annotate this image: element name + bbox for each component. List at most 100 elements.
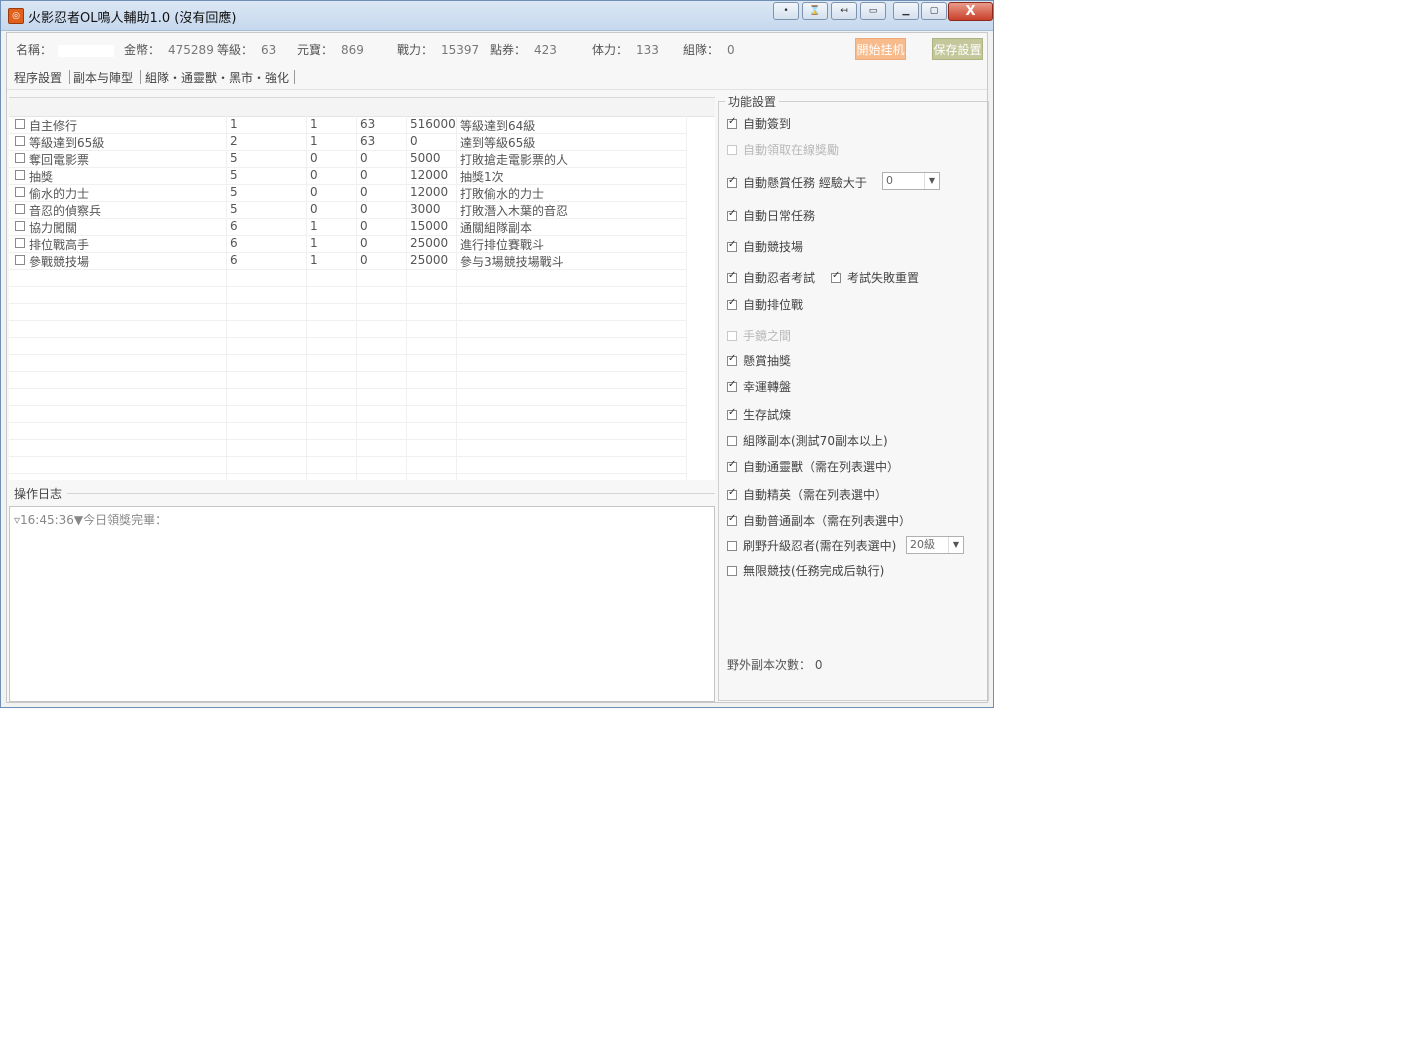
row-checkbox[interactable] xyxy=(15,255,25,265)
client-area: 名稱： 金幣： 475289 等級： 63 元寶： 869 戰力： 15397 點券： 4… xyxy=(6,32,989,703)
online-reward-checkbox: 自動領取在線獎勵 xyxy=(727,141,839,158)
title-bar[interactable]: ◎ 火影忍者OL鳴人輔助1.0 (沒有回應) • ⌛ ↤ ▭ ▁ ▢ X xyxy=(1,1,993,31)
wild-count: 野外副本次數： 0 xyxy=(727,658,823,672)
tab-separator xyxy=(140,70,141,84)
task-table: 自主修行 1 1 63 516000 等級達到64級 等級達到65級 2 1 63 0 達到等級65級… xyxy=(9,97,715,480)
table-cell: 1 xyxy=(230,117,238,131)
normal-dungeon-checkbox[interactable]: 自動普通副本（需在列表選中） xyxy=(727,512,911,529)
tab-team-summon-market-enhance[interactable]: 組隊・通靈獸・黑市・強化 xyxy=(145,69,289,86)
table-cell: 0 xyxy=(410,134,418,148)
table-cell: 協力闖關 xyxy=(29,221,78,235)
stat-ingot: 元寶： 869 xyxy=(297,43,364,57)
table-row xyxy=(9,354,687,372)
main-window: ◎ 火影忍者OL鳴人輔助1.0 (沒有回應) • ⌛ ↤ ▭ ▁ ▢ X 名稱：… xyxy=(0,0,994,708)
table-cell: 1 xyxy=(310,134,318,148)
row-checkbox[interactable] xyxy=(15,136,25,146)
tab-bar: 程序設置 副本与陣型 組隊・通靈獸・黑市・強化 xyxy=(7,63,987,90)
table-row[interactable]: 抽獎 5 0 0 12000 抽獎1次 xyxy=(9,167,687,185)
checkbox-icon xyxy=(727,297,737,310)
table-row[interactable]: 等級達到65級 2 1 63 0 達到等級65級 xyxy=(9,133,687,151)
table-cell: 通關組隊副本 xyxy=(460,221,533,235)
ninja-exam-checkbox[interactable]: 自動忍者考試 xyxy=(727,269,815,286)
exam-reset-checkbox[interactable]: 考試失敗重置 xyxy=(831,269,919,286)
table-cell: 6 xyxy=(230,253,238,267)
checkbox-icon xyxy=(727,270,737,283)
checkbox-icon xyxy=(727,566,737,576)
fullscreen-icon[interactable]: ▭ xyxy=(860,2,886,20)
row-checkbox[interactable] xyxy=(15,204,25,214)
table-cell: 等級達到64級 xyxy=(460,119,536,133)
ranked-checkbox[interactable]: 自動排位戰 xyxy=(727,296,803,313)
elite-checkbox[interactable]: 自動精英（需在列表選中） xyxy=(727,486,887,503)
bounty-exp-select[interactable]: 0 ▼ xyxy=(882,172,940,190)
checkbox-icon xyxy=(727,541,737,551)
hourglass-icon[interactable]: ⌛ xyxy=(802,2,828,20)
table-cell: 63 xyxy=(360,117,376,131)
table-cell: 516000 xyxy=(410,117,456,131)
checkbox-icon xyxy=(727,331,737,341)
team-dungeon-checkbox[interactable]: 組隊副本(測試70副本以上) xyxy=(727,432,888,449)
table-row xyxy=(9,286,687,304)
lucky-wheel-checkbox[interactable]: 幸運轉盤 xyxy=(727,378,791,395)
table-cell: 5000 xyxy=(410,151,441,165)
table-cell: 奪回電影票 xyxy=(29,153,90,167)
wild-level-checkbox[interactable]: 刷野升級忍者(需在列表選中) xyxy=(727,537,896,554)
start-hangup-button[interactable]: 開始挂机 xyxy=(855,38,906,60)
table-row xyxy=(9,405,687,423)
tab-program-settings[interactable]: 程序設置 xyxy=(14,69,62,86)
tab-separator xyxy=(294,70,295,84)
table-row[interactable]: 音忍的偵察兵 5 0 0 3000 打敗潛入木葉的音忍 xyxy=(9,201,687,219)
table-cell: 5 xyxy=(230,151,238,165)
arena-checkbox[interactable]: 自動競技場 xyxy=(727,238,803,255)
bounty-lottery-checkbox[interactable]: 懸賞抽獎 xyxy=(727,352,791,369)
stat-level: 等級： 63 xyxy=(217,43,277,57)
table-cell: 0 xyxy=(310,151,318,165)
table-cell: 打敗偷水的力士 xyxy=(460,187,545,201)
row-checkbox[interactable] xyxy=(15,119,25,129)
stat-team: 組隊： 0 xyxy=(683,43,735,57)
table-cell: 打敗潛入木葉的音忍 xyxy=(460,204,569,218)
table-row[interactable]: 偷水的力士 5 0 0 12000 打敗偷水的力士 xyxy=(9,184,687,202)
survival-checkbox[interactable]: 生存試煉 xyxy=(727,406,791,423)
table-header xyxy=(9,98,715,117)
table-row[interactable]: 排位戰高手 6 1 0 25000 進行排位賽戰斗 xyxy=(9,235,687,253)
minimize-icon[interactable]: ▁ xyxy=(893,2,919,20)
row-checkbox[interactable] xyxy=(15,187,25,197)
table-row[interactable]: 奪回電影票 5 0 0 5000 打敗搶走電影票的人 xyxy=(9,150,687,168)
table-row xyxy=(9,337,687,355)
summon-beast-checkbox[interactable]: 自動通靈獸（需在列表選中） xyxy=(727,458,899,475)
table-cell: 0 xyxy=(360,185,368,199)
back-icon[interactable]: ↤ xyxy=(831,2,857,20)
table-cell: 排位戰高手 xyxy=(29,238,90,252)
dot-icon[interactable]: • xyxy=(773,2,799,20)
table-cell: 0 xyxy=(360,219,368,233)
stat-power: 戰力： 15397 xyxy=(397,43,480,57)
table-cell: 參戰競技場 xyxy=(29,255,90,269)
table-row[interactable]: 參戰競技場 6 1 0 25000 參与3場競技場戰斗 xyxy=(9,252,687,270)
hand-mirror-checkbox: 手鏡之間 xyxy=(727,327,791,344)
table-cell: 0 xyxy=(310,202,318,216)
save-settings-button[interactable]: 保存設置 xyxy=(932,38,983,60)
row-checkbox[interactable] xyxy=(15,153,25,163)
daily-task-checkbox[interactable]: 自動日常任務 xyxy=(727,207,815,224)
wild-level-select[interactable]: 20級 ▼ xyxy=(906,536,964,554)
name-value xyxy=(58,44,115,57)
stat-stamina: 体力： 133 xyxy=(592,43,659,57)
table-cell: 0 xyxy=(310,185,318,199)
log-textarea[interactable]: ▿16:45:36▼今日領獎完畢： xyxy=(9,506,715,702)
row-checkbox[interactable] xyxy=(15,170,25,180)
maximize-icon[interactable]: ▢ xyxy=(921,2,947,20)
row-checkbox[interactable] xyxy=(15,238,25,248)
table-row[interactable]: 自主修行 1 1 63 516000 等級達到64級 xyxy=(9,116,687,134)
infinite-arena-checkbox[interactable]: 無限競技(任務完成后執行) xyxy=(727,562,884,579)
table-row[interactable]: 協力闖關 6 1 0 15000 通關組隊副本 xyxy=(9,218,687,236)
table-cell: 抽獎1次 xyxy=(460,170,504,184)
close-button[interactable]: X xyxy=(948,2,993,21)
table-cell: 進行排位賽戰斗 xyxy=(460,238,545,252)
auto-sign-checkbox[interactable]: 自動簽到 xyxy=(727,115,791,132)
table-cell: 偷水的力士 xyxy=(29,187,90,201)
row-checkbox[interactable] xyxy=(15,221,25,231)
tab-dungeon-formation[interactable]: 副本与陣型 xyxy=(73,69,133,86)
bounty-task-checkbox[interactable]: 自動懸賞任務 經驗大于 xyxy=(727,174,867,191)
table-row xyxy=(9,269,687,287)
